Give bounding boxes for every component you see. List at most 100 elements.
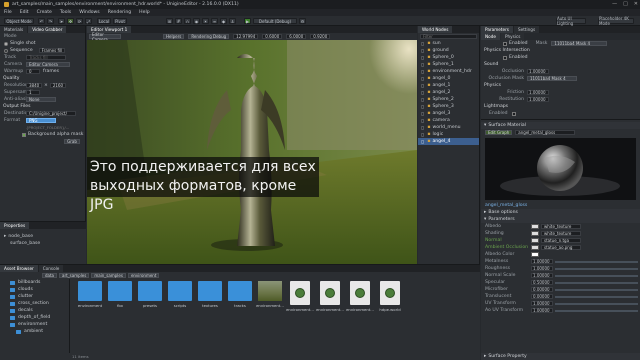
move-icon[interactable]: ✥ [67,18,74,24]
tab-world-nodes[interactable]: World Nodes [418,26,453,33]
visibility-checkbox[interactable]: ◻ [421,83,424,88]
file-item[interactable]: fbx [108,281,132,308]
tab-console[interactable]: Console [38,265,64,272]
material-path-link[interactable]: angel_metal_gloss [485,203,527,208]
maximize-button[interactable]: □ [623,1,628,7]
parameters-section[interactable]: ▾ Parameters [481,216,640,223]
magnet-icon[interactable]: ∩ [184,18,191,24]
warmup-field[interactable]: 0 [26,69,40,74]
world-node-item[interactable]: ◻ ▪ Sphere_2 [418,96,479,103]
menu-edit[interactable]: Edit [20,10,29,15]
folder-tree-item[interactable]: depth_of_field [0,314,69,321]
world-node-item[interactable]: ◻ ▪ camera [418,117,479,124]
scale-icon[interactable]: ⤢ [85,18,92,24]
format-dropdown[interactable]: PNG [26,118,56,123]
file-item[interactable]: environment... [346,281,374,312]
rotate-icon[interactable]: ⟳ [76,18,83,24]
physics-intersection-section[interactable]: Physics Intersection [481,47,640,54]
material-param-slider[interactable] [555,260,638,263]
restitution-field[interactable]: 1.00000 [527,97,549,102]
material-param-slider[interactable] [555,295,638,298]
menu-rendering[interactable]: Rendering [108,10,131,15]
speed-field-2[interactable]: 6.0000 [286,34,307,39]
visibility-checkbox[interactable]: ◻ [421,132,424,137]
material-param-slider[interactable] [555,267,638,270]
world-node-item[interactable]: ◻ ▪ angel_2 [418,89,479,96]
friction-field[interactable]: 1.00000 [527,90,549,95]
tab-materials[interactable]: Materials [0,26,28,33]
redo-icon[interactable]: ↷ [47,18,54,24]
world-node-item[interactable]: ◻ ▪ sun [418,40,479,47]
speed-field-3[interactable]: 0.9200 [310,34,331,39]
layers-icon[interactable]: ≡ [211,18,218,24]
object-mode-dropdown[interactable]: Object Mode [4,18,34,24]
material-param-slider[interactable] [555,302,638,305]
quality-section[interactable]: Quality [0,75,85,82]
file-item[interactable]: environment... [256,281,284,308]
rendering-debug-dropdown[interactable]: Rendering Debug [188,34,230,39]
visibility-checkbox[interactable]: ◻ [421,118,424,123]
lightmaps-section[interactable]: Lightmaps [481,103,640,110]
file-item[interactable]: presets [138,281,162,308]
snap-icon[interactable]: ⊞ [166,18,173,24]
folder-tree-item[interactable]: environment [0,321,69,328]
settings-icon[interactable]: ⚙ [299,18,306,24]
track-field[interactable]: Tracks fill [26,55,66,60]
material-param-slider[interactable] [555,281,638,284]
grab-button[interactable]: Grab [64,139,80,144]
background-alpha-row[interactable]: Background alpha mask [0,131,85,138]
menu-file[interactable]: File [4,10,12,15]
tab-parameters[interactable]: Parameters [481,26,513,33]
visibility-checkbox[interactable]: ◻ [421,62,424,67]
texture-field[interactable]: white_texture [541,224,581,229]
local-dropdown[interactable]: Local [97,18,111,24]
tab-video-grabber[interactable]: Video Grabber [28,26,67,33]
viewport-camera-dropdown[interactable]: Editor Camera [89,32,121,42]
folder-tree-item[interactable]: clouds [0,286,69,293]
material-param-field[interactable]: 1.00000 [531,259,553,264]
auto-lighting-toggle[interactable]: Auto UI Lighting [556,16,586,26]
visibility-checkbox[interactable]: ◻ [421,69,424,74]
light-icon[interactable]: ☀ [202,18,209,24]
tab-properties[interactable]: Properties [0,222,30,229]
albedo-color-swatch[interactable] [531,252,539,257]
folder-tree-item[interactable]: ambient [0,328,69,335]
lightmaps-checkbox[interactable] [511,111,516,116]
physics-section[interactable]: Physics [481,82,640,89]
material-name-field[interactable]: angel_metal_gloss [515,130,576,135]
visibility-checkbox[interactable]: ◻ [421,41,424,46]
occlusion-field[interactable]: 1.00000 [527,69,549,74]
world-node-item[interactable]: ◻ ▪ ground [418,47,479,54]
world-node-item[interactable]: ◻ ▪ angel_0 [418,75,479,82]
file-item[interactable]: tracks [228,281,252,308]
mode-sequence-row[interactable]: Sequence Frames fill [0,47,85,54]
material-param-field[interactable]: 1.00000 [531,266,553,271]
world-node-item[interactable]: ◻ ▪ angel_4 [418,138,479,145]
visibility-checkbox[interactable]: ◻ [421,111,424,116]
enabled-checkbox[interactable] [503,41,507,46]
edit-graph-button[interactable]: Edit Graph [485,130,513,135]
texture-field[interactable]: statue_n.tga [541,238,581,243]
undo-icon[interactable]: ↶ [38,18,45,24]
visibility-checkbox[interactable]: ◻ [421,76,424,81]
folder-tree-item[interactable]: clutter [0,293,69,300]
texture-field[interactable]: white_texture [541,231,581,236]
placeholder-mode-toggle[interactable]: Placeholder 4K Mode [598,16,634,26]
visibility-checkbox[interactable]: ◻ [421,125,424,130]
tab-physics[interactable]: Physics [500,33,525,40]
world-node-item[interactable]: ◻ ▪ world_menu [418,124,479,131]
texture-field[interactable]: statue_ao.png [541,245,581,250]
output-section[interactable]: Output Files [0,103,85,110]
visibility-checkbox[interactable]: ◻ [421,55,424,60]
play-icon[interactable]: ▶ [244,18,251,24]
menu-create[interactable]: Create [37,10,52,15]
folder-tree-item[interactable]: cross_section [0,300,69,307]
world-node-item[interactable]: ◻ ▪ Sphere_3 [418,103,479,110]
file-item[interactable]: scripts [168,281,192,308]
speed-field-1[interactable]: 0.6000 [262,34,283,39]
tab-node[interactable]: Node [481,33,500,40]
material-param-field[interactable]: 1.00000 [531,273,553,278]
anchor-icon[interactable]: ⚓ [229,18,236,24]
visibility-checkbox[interactable]: ◻ [421,48,424,53]
world-node-item[interactable]: ◻ ▪ environment_hdr [418,68,479,75]
